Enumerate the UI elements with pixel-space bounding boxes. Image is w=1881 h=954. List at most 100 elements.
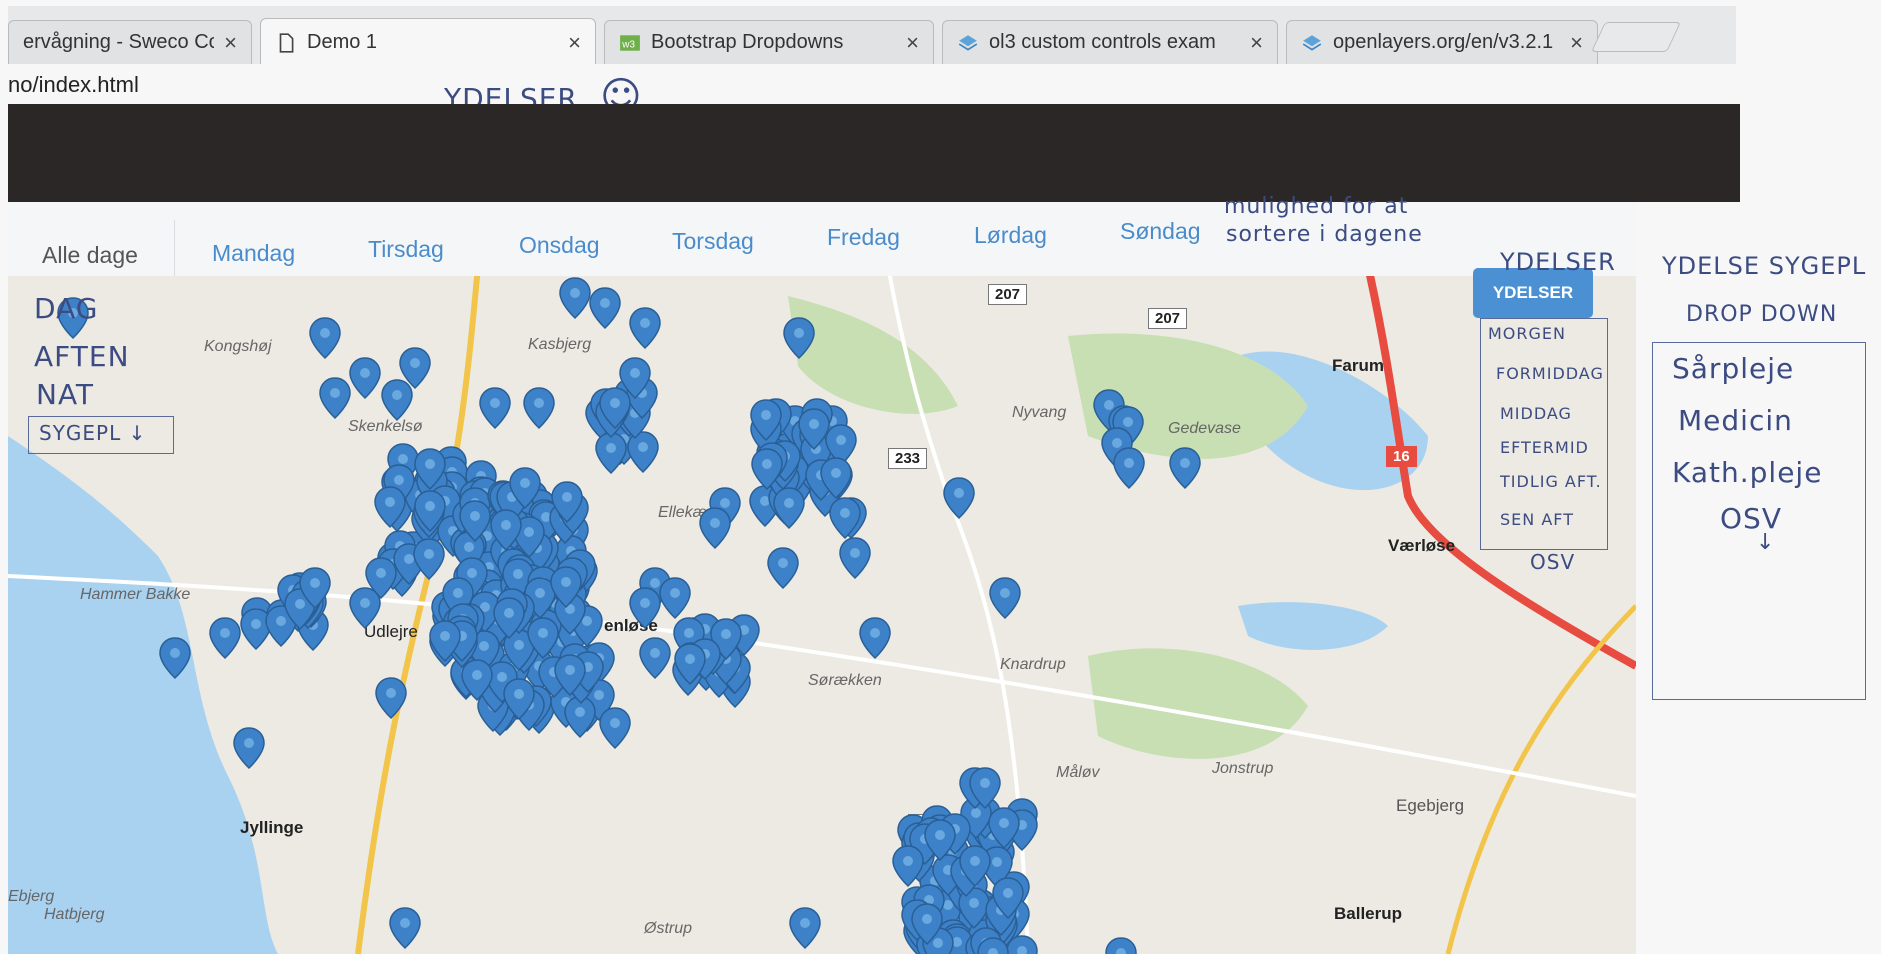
map-marker-icon[interactable] — [413, 447, 447, 491]
place-label: Jonstrup — [1212, 760, 1274, 777]
place-label: Kasbjerg — [528, 336, 592, 353]
map-marker-icon[interactable] — [588, 286, 622, 330]
map-marker-icon[interactable] — [838, 536, 872, 580]
map-marker-icon[interactable] — [923, 818, 957, 862]
map-marker-icon[interactable] — [1104, 936, 1138, 954]
map-marker-icon[interactable] — [318, 376, 352, 420]
address-bar[interactable]: no/index.html — [8, 64, 1736, 105]
map-marker-icon[interactable] — [208, 616, 242, 660]
annotation-ydelser-right: YDELSER — [1500, 248, 1616, 276]
tab-demo1[interactable]: Demo 1 × — [260, 18, 596, 66]
map-marker-icon[interactable] — [968, 766, 1002, 810]
place-label: Hatbjerg — [44, 906, 105, 923]
close-icon[interactable]: × — [224, 30, 237, 56]
map-marker-icon[interactable] — [638, 636, 672, 680]
map-marker-icon[interactable] — [1168, 446, 1202, 490]
tab-bootstrap[interactable]: w3 Bootstrap Dropdowns × — [604, 20, 934, 64]
map-marker-icon[interactable] — [460, 658, 494, 702]
map-marker-icon[interactable] — [489, 508, 523, 552]
tab-fredag[interactable]: Fredag — [827, 224, 900, 251]
w3schools-icon: w3 — [620, 34, 640, 51]
browser-tab-bar: ervågning - Sweco Co × Demo 1 × w3 Boots… — [8, 6, 1736, 66]
place-label: Gedevase — [1168, 420, 1241, 437]
annotation-time-item: MIDDAG — [1500, 404, 1572, 423]
tab-title: Demo 1 — [307, 31, 378, 53]
tab-sweco[interactable]: ervågning - Sweco Co × — [8, 20, 252, 64]
map-marker-icon[interactable] — [991, 876, 1025, 920]
map-marker-icon[interactable] — [782, 316, 816, 360]
map-marker-icon[interactable] — [373, 485, 407, 529]
annotation-sygepl-sub: DROP DOWN — [1686, 302, 1838, 327]
map-marker-icon[interactable] — [380, 378, 414, 422]
screenshot-page: ervågning - Sweco Co × Demo 1 × w3 Boots… — [0, 0, 1881, 954]
map-marker-icon[interactable] — [232, 726, 266, 770]
map-marker-icon[interactable] — [988, 576, 1022, 620]
map-marker-icon[interactable] — [788, 906, 822, 950]
map-marker-icon[interactable] — [766, 546, 800, 590]
map-marker-icon[interactable] — [558, 276, 592, 320]
map-marker-icon[interactable] — [522, 386, 556, 430]
map-marker-icon[interactable] — [412, 537, 446, 581]
place-label: Kongshøj — [204, 338, 272, 355]
map-marker-icon[interactable] — [910, 902, 944, 946]
annotation-sygepl-dropdown: SYGEPL ↓ — [39, 421, 147, 445]
map-marker-icon[interactable] — [958, 844, 992, 888]
map-marker-icon[interactable] — [348, 356, 382, 400]
town-label: Egebjerg — [1396, 796, 1465, 815]
close-icon[interactable]: × — [1570, 30, 1583, 56]
map-marker-icon[interactable] — [628, 306, 662, 350]
map-marker-icon[interactable] — [858, 616, 892, 660]
map-marker-icon[interactable] — [553, 653, 587, 697]
close-icon[interactable]: × — [906, 30, 919, 56]
map-marker-icon[interactable] — [550, 480, 584, 524]
map-marker-icon[interactable] — [698, 506, 732, 550]
map-marker-icon[interactable] — [828, 496, 862, 540]
map-marker-icon[interactable] — [1112, 446, 1146, 490]
tab-torsdag[interactable]: Torsdag — [672, 228, 754, 255]
map-marker-icon[interactable] — [891, 844, 925, 888]
map-marker-icon[interactable] — [388, 906, 422, 950]
svg-text:w3: w3 — [621, 39, 635, 50]
map-marker-icon[interactable] — [658, 576, 692, 620]
tab-alle-dage[interactable]: Alle dage — [42, 242, 138, 269]
map-marker-icon[interactable] — [508, 466, 542, 510]
map-marker-icon[interactable] — [364, 556, 398, 600]
map-marker-icon[interactable] — [598, 706, 632, 750]
close-icon[interactable]: × — [568, 30, 581, 56]
map-marker-icon[interactable] — [502, 677, 536, 721]
place-label: Nyvang — [1012, 404, 1067, 421]
tab-tirsdag[interactable]: Tirsdag — [368, 236, 444, 263]
map-marker-icon[interactable] — [976, 936, 1010, 954]
tab-sondag[interactable]: Søndag — [1120, 218, 1201, 245]
map-marker-icon[interactable] — [298, 566, 332, 610]
map-marker-icon[interactable] — [428, 619, 462, 663]
map-marker-icon[interactable] — [374, 676, 408, 720]
map-marker-icon[interactable] — [628, 586, 662, 630]
town-label: Værløse — [1388, 536, 1456, 555]
map-marker-icon[interactable] — [158, 636, 192, 680]
map-marker-icon[interactable] — [478, 386, 512, 430]
tab-lordag[interactable]: Lørdag — [974, 222, 1047, 249]
map-marker-icon[interactable] — [308, 316, 342, 360]
map-marker-icon[interactable] — [492, 596, 526, 640]
map-marker-icon[interactable] — [549, 565, 583, 609]
tab-onsdag[interactable]: Onsdag — [519, 232, 600, 259]
map-marker-icon[interactable] — [598, 386, 632, 430]
map-view[interactable]: 207 207 233 16 211 Farum Værløse Jylling… — [8, 276, 1636, 954]
town-label: Farum — [1332, 356, 1384, 375]
map-marker-icon[interactable] — [819, 456, 853, 500]
tab-openlayers[interactable]: openlayers.org/en/v3.2.1 × — [1286, 20, 1598, 64]
tab-ol3[interactable]: ol3 custom controls exam × — [942, 20, 1278, 64]
url-text: no/index.html — [8, 72, 139, 97]
close-icon[interactable]: × — [1250, 30, 1263, 56]
map-marker-icon[interactable] — [413, 489, 447, 533]
map-marker-icon[interactable] — [772, 486, 806, 530]
map-marker-icon[interactable] — [942, 476, 976, 520]
map-marker-icon[interactable] — [749, 398, 783, 442]
map-marker-icon[interactable] — [987, 806, 1021, 850]
sketch-sygepl-dropdown: SYGEPL ↓ — [28, 416, 174, 454]
map-marker-icon[interactable] — [750, 447, 784, 491]
tab-mandag[interactable]: Mandag — [212, 240, 295, 267]
map-marker-icon[interactable] — [673, 642, 707, 686]
new-tab-button[interactable] — [1591, 22, 1681, 52]
